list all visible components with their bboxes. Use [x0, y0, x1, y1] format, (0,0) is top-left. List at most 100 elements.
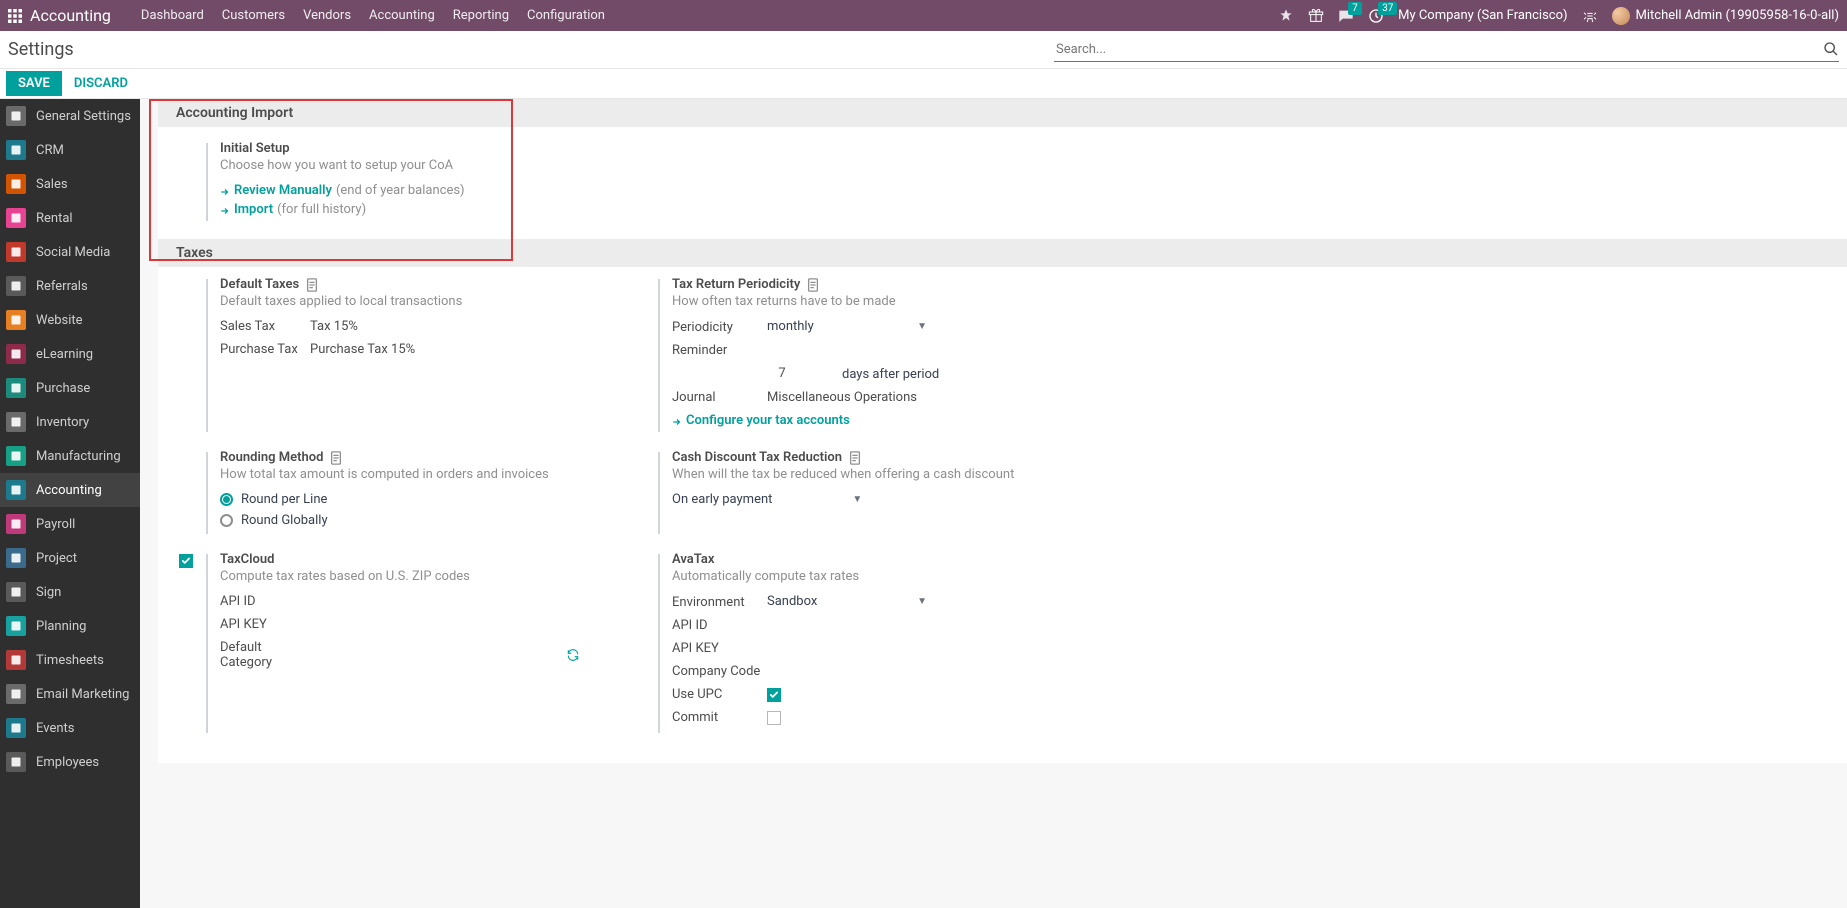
sidebar-icon: [6, 548, 26, 568]
round-per-line-label: Round per Line: [241, 492, 327, 507]
sidebar-item-referrals[interactable]: Referrals: [0, 269, 140, 303]
refresh-icon[interactable]: [566, 648, 580, 662]
star-icon[interactable]: [1278, 8, 1294, 24]
sidebar-item-label: Referrals: [36, 279, 88, 294]
taxes-row-3: TaxCloud Compute tax rates based on U.S.…: [158, 552, 1847, 763]
sidebar-item-label: Manufacturing: [36, 449, 121, 464]
sidebar-item-accounting[interactable]: Accounting: [0, 473, 140, 507]
review-manually-link[interactable]: Review Manually (end of year balances): [220, 183, 580, 198]
configure-tax-link[interactable]: Configure your tax accounts: [672, 413, 1032, 428]
doc-icon[interactable]: [329, 451, 343, 465]
sidebar-item-general-settings[interactable]: General Settings: [0, 99, 140, 133]
action-bar: SAVE DISCARD: [0, 69, 1847, 99]
avatax-api-key-label: API KEY: [672, 641, 767, 656]
environment-select[interactable]: Sandbox ▼: [767, 594, 927, 610]
section-header-import: Accounting Import: [158, 99, 1847, 127]
taxes-row-1: Default Taxes Default taxes applied to l…: [158, 267, 1847, 450]
radio-unchecked-icon: [220, 514, 233, 527]
use-upc-checkbox[interactable]: [767, 688, 781, 702]
doc-icon[interactable]: [848, 451, 862, 465]
sidebar-item-label: Sales: [36, 177, 68, 192]
nav-menu-reporting[interactable]: Reporting: [453, 8, 509, 23]
journal-label: Journal: [672, 390, 767, 405]
gift-icon[interactable]: [1308, 8, 1324, 24]
import-note: (for full history): [277, 202, 366, 217]
commit-checkbox[interactable]: [767, 711, 781, 725]
sidebar-item-label: Timesheets: [36, 653, 104, 668]
nav-menu-configuration[interactable]: Configuration: [527, 8, 605, 23]
sidebar-item-label: Employees: [36, 755, 99, 770]
search-input[interactable]: [1054, 38, 1817, 61]
sidebar-item-timesheets[interactable]: Timesheets: [0, 643, 140, 677]
sidebar-icon: [6, 378, 26, 398]
purchase-tax-value[interactable]: Purchase Tax 15%: [310, 342, 415, 357]
avatax-desc: Automatically compute tax rates: [672, 569, 1032, 584]
sidebar-item-website[interactable]: Website: [0, 303, 140, 337]
cash-discount-select[interactable]: On early payment ▼: [672, 492, 862, 508]
sidebar-item-sales[interactable]: Sales: [0, 167, 140, 201]
sidebar-item-sign[interactable]: Sign: [0, 575, 140, 609]
col-bar: [206, 554, 208, 733]
sidebar-icon: [6, 480, 26, 500]
rounding-desc: How total tax amount is computed in orde…: [220, 467, 580, 482]
round-globally-label: Round Globally: [241, 513, 328, 528]
search-icon[interactable]: [1823, 41, 1839, 57]
round-globally-radio[interactable]: Round Globally: [220, 513, 580, 528]
sidebar-item-planning[interactable]: Planning: [0, 609, 140, 643]
sidebar-item-elearning[interactable]: eLearning: [0, 337, 140, 371]
doc-icon[interactable]: [806, 278, 820, 292]
nav-menu-accounting[interactable]: Accounting: [369, 8, 435, 23]
sidebar-item-events[interactable]: Events: [0, 711, 140, 745]
nav-menu-customers[interactable]: Customers: [222, 8, 285, 23]
sidebar-item-social-media[interactable]: Social Media: [0, 235, 140, 269]
sidebar-item-label: Rental: [36, 211, 73, 226]
company-selector[interactable]: My Company (San Francisco): [1398, 8, 1567, 23]
sidebar-icon: [6, 208, 26, 228]
journal-value[interactable]: Miscellaneous Operations: [767, 390, 917, 405]
default-category-label: Default Category: [220, 640, 290, 670]
sidebar-item-payroll[interactable]: Payroll: [0, 507, 140, 541]
nav-menu-vendors[interactable]: Vendors: [303, 8, 351, 23]
chevron-down-icon: ▼: [917, 596, 927, 607]
top-nav: Accounting Dashboard Customers Vendors A…: [0, 0, 1847, 31]
user-name: Mitchell Admin (19905958-16-0-all): [1636, 8, 1839, 23]
user-menu[interactable]: Mitchell Admin (19905958-16-0-all): [1612, 7, 1839, 25]
arrow-right-icon: [220, 205, 230, 215]
sidebar-item-label: Website: [36, 313, 83, 328]
avatar: [1612, 7, 1630, 25]
doc-icon[interactable]: [305, 278, 319, 292]
import-link[interactable]: Import (for full history): [220, 202, 580, 217]
periodicity-select[interactable]: monthly ▼: [767, 319, 927, 335]
col-bar: [658, 452, 660, 534]
sidebar-item-label: Inventory: [36, 415, 89, 430]
taxcloud-checkbox[interactable]: [179, 554, 193, 568]
commit-label: Commit: [672, 710, 767, 725]
sidebar-item-manufacturing[interactable]: Manufacturing: [0, 439, 140, 473]
default-taxes-title: Default Taxes: [220, 277, 299, 292]
sidebar-item-crm[interactable]: CRM: [0, 133, 140, 167]
periodicity-value: monthly: [767, 319, 814, 334]
save-button[interactable]: SAVE: [6, 71, 62, 96]
sidebar-icon: [6, 412, 26, 432]
reminder-input[interactable]: [752, 366, 812, 382]
round-per-line-radio[interactable]: Round per Line: [220, 492, 580, 507]
sidebar-item-purchase[interactable]: Purchase: [0, 371, 140, 405]
sidebar-item-employees[interactable]: Employees: [0, 745, 140, 779]
messages-icon[interactable]: 7: [1338, 8, 1354, 24]
debug-icon[interactable]: [1582, 8, 1598, 24]
sidebar-item-project[interactable]: Project: [0, 541, 140, 575]
sidebar-item-inventory[interactable]: Inventory: [0, 405, 140, 439]
nav-menu-dashboard[interactable]: Dashboard: [141, 8, 204, 23]
sidebar-item-email-marketing[interactable]: Email Marketing: [0, 677, 140, 711]
tax-return-desc: How often tax returns have to be made: [672, 294, 1032, 309]
discard-button[interactable]: DISCARD: [62, 71, 140, 96]
cash-discount-title: Cash Discount Tax Reduction: [672, 450, 842, 465]
app-switcher[interactable]: Accounting: [8, 6, 129, 25]
activity-icon[interactable]: 37: [1368, 8, 1384, 24]
chevron-down-icon: ▼: [917, 321, 927, 332]
sales-tax-value[interactable]: Tax 15%: [310, 319, 358, 334]
sidebar-icon: [6, 718, 26, 738]
purchase-tax-label: Purchase Tax: [220, 342, 310, 357]
sales-tax-label: Sales Tax: [220, 319, 310, 334]
sidebar-item-rental[interactable]: Rental: [0, 201, 140, 235]
